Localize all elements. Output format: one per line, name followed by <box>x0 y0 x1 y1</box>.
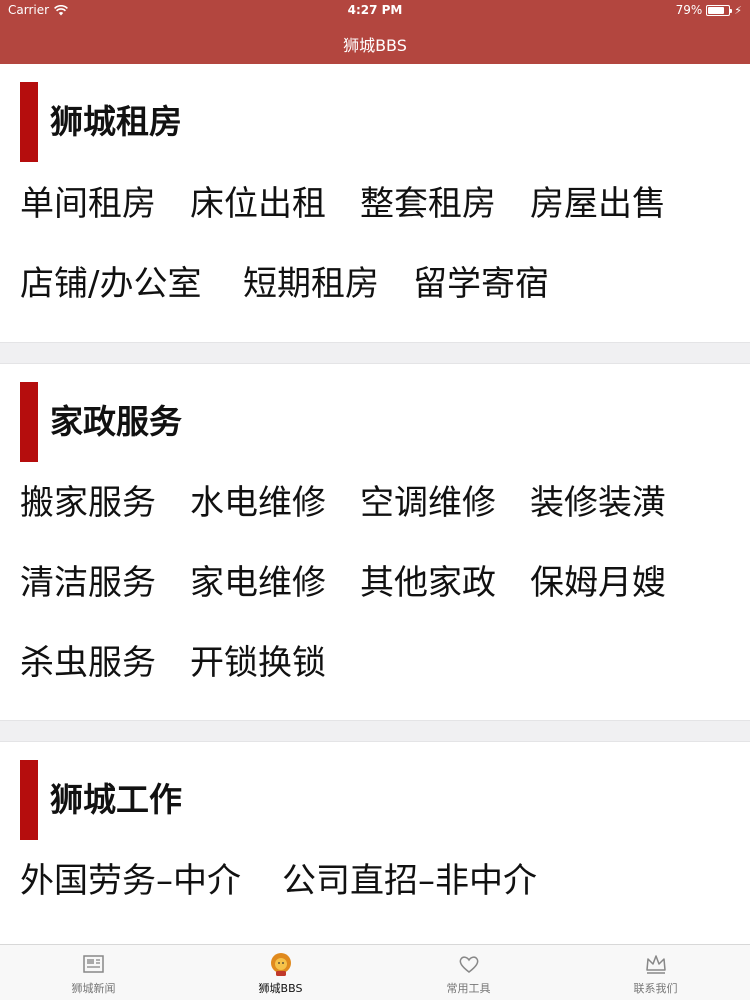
battery-percent: 79% <box>675 3 703 17</box>
section-accent-bar <box>20 382 38 462</box>
tab-label: 狮城新闻 <box>71 982 116 995</box>
section-title: 家政服务 <box>50 402 182 441</box>
category-item[interactable]: 空调维修 <box>360 483 496 523</box>
tab-bar: 狮城新闻 狮城BBS 常用工具 联系我们 <box>0 944 750 1000</box>
tab-label: 狮城BBS <box>258 982 303 995</box>
lion-icon <box>271 953 291 976</box>
tab-tools[interactable]: 常用工具 <box>375 945 562 1000</box>
category-item[interactable]: 公司直招–非中介 <box>282 861 537 901</box>
section-header: 家政服务 <box>0 382 750 462</box>
battery-indicator: 79% ⚡ <box>676 3 742 17</box>
section-housekeeping: 家政服务 搬家服务 水电维修 空调维修 装修装潢 清洁服务 家电维修 其他家政 … <box>0 364 750 720</box>
section-title: 狮城工作 <box>50 780 182 819</box>
category-item[interactable]: 单间租房 <box>20 184 156 224</box>
tab-bbs[interactable]: 狮城BBS <box>187 945 374 1000</box>
navigation-bar: Carrier 4:27 PM 79% ⚡ 狮城BBS <box>0 0 750 64</box>
category-item[interactable]: 水电维修 <box>190 483 326 523</box>
crown-icon <box>646 955 666 974</box>
charging-icon: ⚡ <box>734 3 742 17</box>
category-item[interactable]: 店铺/办公室 <box>20 264 201 304</box>
section-jobs: 狮城工作 外国劳务–中介 公司直招–非中介 <box>0 742 750 944</box>
category-list[interactable]: 狮城租房 单间租房 床位出租 整套租房 房屋出售 店铺/办公室 短期租房 留学寄… <box>0 64 750 944</box>
category-item[interactable]: 短期租房 <box>243 264 379 304</box>
category-item[interactable]: 外国劳务–中介 <box>20 861 241 901</box>
category-item[interactable]: 家电维修 <box>190 563 326 603</box>
section-header: 狮城租房 <box>0 82 750 162</box>
tab-label: 联系我们 <box>633 982 678 995</box>
tab-contact[interactable]: 联系我们 <box>562 945 749 1000</box>
tab-news[interactable]: 狮城新闻 <box>0 945 187 1000</box>
category-item[interactable]: 装修装潢 <box>530 483 666 523</box>
heart-icon <box>459 956 479 973</box>
category-item[interactable]: 留学寄宿 <box>413 264 549 304</box>
category-item[interactable]: 开锁换锁 <box>190 643 326 683</box>
page-title: 狮城BBS <box>343 36 407 55</box>
category-item[interactable]: 其他家政 <box>360 563 496 603</box>
category-item[interactable]: 整套租房 <box>360 184 496 224</box>
category-item[interactable]: 清洁服务 <box>20 563 156 603</box>
section-divider <box>0 720 750 742</box>
clock: 4:27 PM <box>347 3 403 17</box>
category-item[interactable]: 搬家服务 <box>20 483 156 523</box>
section-accent-bar <box>20 82 38 162</box>
category-item[interactable]: 保姆月嫂 <box>530 563 666 603</box>
tab-label: 常用工具 <box>446 982 491 995</box>
battery-icon <box>706 4 733 16</box>
section-accent-bar <box>20 760 38 840</box>
section-header: 狮城工作 <box>0 760 750 840</box>
category-item[interactable]: 房屋出售 <box>530 184 666 224</box>
newspaper-icon <box>83 955 104 973</box>
section-rental: 狮城租房 单间租房 床位出租 整套租房 房屋出售 店铺/办公室 短期租房 留学寄… <box>0 64 750 342</box>
section-divider <box>0 342 750 364</box>
category-item[interactable]: 床位出租 <box>190 184 326 224</box>
category-item[interactable]: 杀虫服务 <box>20 643 156 683</box>
section-title: 狮城租房 <box>50 102 182 141</box>
status-bar: Carrier 4:27 PM 79% ⚡ <box>0 0 750 22</box>
